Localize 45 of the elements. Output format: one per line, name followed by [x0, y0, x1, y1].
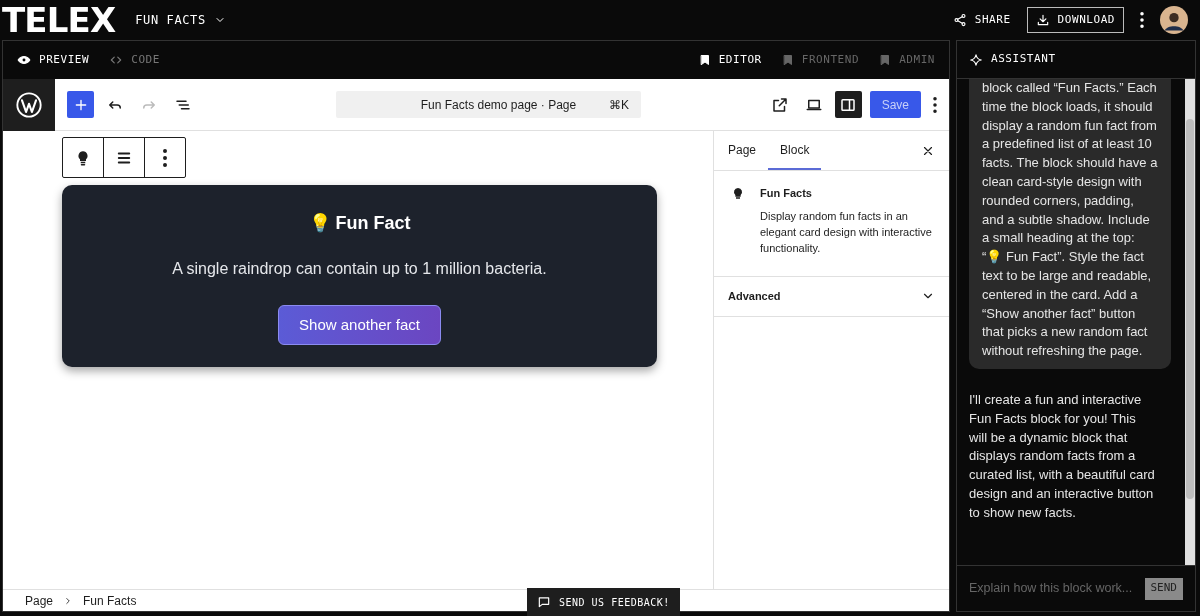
block-name: Fun Facts: [760, 186, 813, 201]
share-button[interactable]: SHARE: [944, 7, 1019, 33]
external-link-icon[interactable]: [770, 95, 789, 114]
chat-icon: [537, 595, 551, 609]
avatar[interactable]: [1160, 6, 1188, 34]
assistant-message: I'll create a fun and interactive Fun Facts block for you! This will be a dynamic block that displays random facts from a curated list, with a beautiful card design and an interactive button to show new facts.: [969, 390, 1156, 522]
document-title-bar[interactable]: Fun Facts demo page · Page ⌘K: [336, 91, 641, 118]
settings-toggle-button[interactable]: [834, 91, 862, 118]
more-icon[interactable]: [1140, 12, 1144, 28]
panel-title: ASSISTANT: [991, 51, 1056, 68]
shortcut-hint: ⌘K: [609, 96, 629, 114]
mode-tab[interactable]: EDITOR: [698, 51, 762, 69]
block-description: Display random fun facts in an elegant card design with interactive functionality.: [760, 208, 933, 256]
sparkle-icon: [969, 52, 983, 67]
add-block-button[interactable]: [67, 91, 94, 118]
view-tab[interactable]: PREVIEW: [17, 51, 90, 69]
user-message: block called “Fun Facts.” Each time the block loads, it should display a random fun fact from a predefined list of at least 10 facts. The block should have a clean card-style design with rounded corners, padding, and a subtle shadow. Include a small heading at the top: “💡 Fun Fact”. Style the fact text to be large and readable, centered in the card. Add a “Show another fact” button that picks a new random fact without refreshing the page.: [969, 79, 1171, 369]
scrollbar-thumb[interactable]: [1186, 119, 1194, 499]
bookmark-icon: [698, 54, 711, 66]
share-icon: [952, 13, 967, 27]
breadcrumb-link[interactable]: Page: [25, 591, 54, 610]
more-icon[interactable]: [933, 96, 937, 113]
wordpress-logo[interactable]: [3, 78, 55, 131]
eye-icon: [17, 53, 31, 67]
send-button[interactable]: SEND: [1144, 577, 1183, 600]
download-button[interactable]: DOWNLOAD: [1026, 7, 1124, 33]
code-icon: [109, 53, 124, 67]
message-input[interactable]: Explain how this block work...: [969, 579, 1135, 598]
breadcrumb-link[interactable]: Fun Facts: [83, 591, 137, 610]
app-logo: TELEX: [2, 3, 116, 37]
sidebar-tab[interactable]: Block: [768, 131, 822, 170]
more-icon: [163, 148, 167, 167]
bookmark-icon: [781, 54, 794, 66]
show-another-fact-button[interactable]: Show another fact: [278, 305, 441, 345]
bookmark-icon: [879, 54, 892, 66]
save-button[interactable]: Save: [869, 91, 921, 118]
feedback-button[interactable]: SEND US FEEDBACK!: [527, 588, 680, 616]
sidebar-tab[interactable]: Page: [716, 131, 769, 170]
card-heading: 💡 Fun Fact: [308, 212, 411, 235]
wordpress-icon: [15, 90, 43, 119]
fact-text: A single raindrop can contain up to 1 million bacteria.: [172, 259, 547, 279]
panel-section-toggle[interactable]: Advanced: [714, 276, 949, 317]
project-menu[interactable]: FUN FACTS: [135, 11, 226, 29]
download-icon: [1035, 13, 1050, 27]
view-tab[interactable]: CODE: [109, 51, 160, 69]
